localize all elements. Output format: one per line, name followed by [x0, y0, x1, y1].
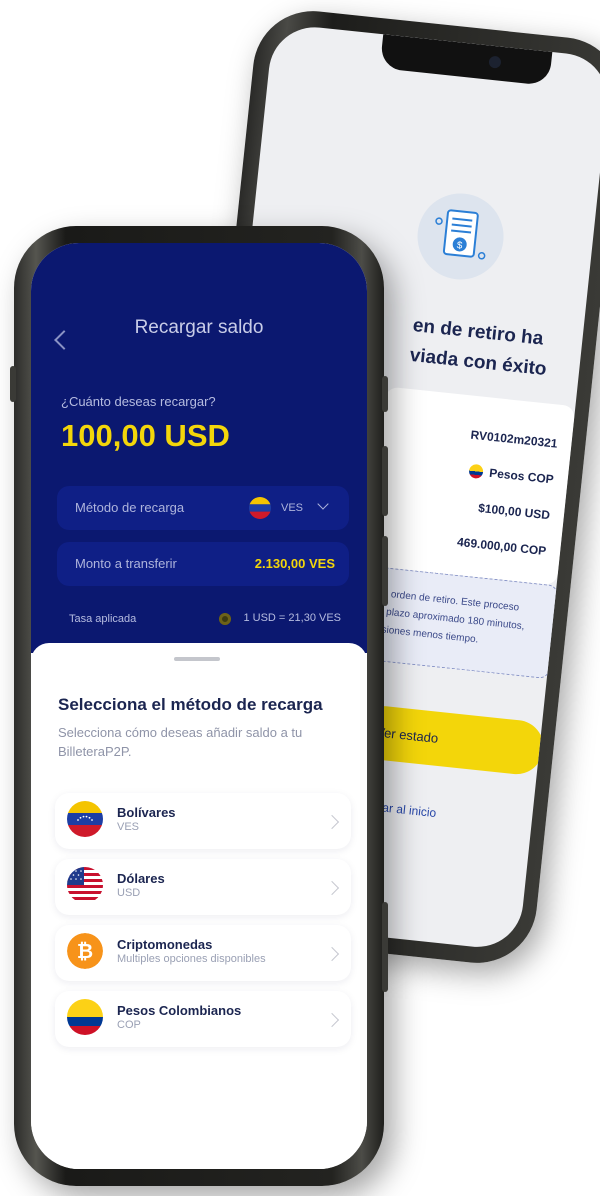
method-code: USD — [117, 887, 141, 899]
sheet-subtitle: Selecciona cómo deseas añadir saldo a tu… — [58, 725, 303, 759]
withdrawal-summary-card: RV0102m20321 Pesos COP $100,00 USD 469.0… — [367, 386, 576, 586]
venezuela-flag-icon — [249, 497, 271, 519]
currency-label: Pesos COP — [488, 465, 555, 487]
transfer-amount-label: Monto a transferir — [75, 556, 177, 571]
venezuela-flag-icon — [67, 801, 103, 837]
recharge-header: Recargar saldo ¿Cuánto deseas recargar? … — [31, 243, 367, 653]
recharge-currency-code: VES — [281, 502, 304, 514]
recharge-amount[interactable]: 100,00 USD — [61, 418, 230, 454]
method-code: Multiples opciones disponibles — [117, 953, 266, 965]
reference-number: RV0102m20321 — [469, 427, 559, 451]
chevron-right-icon — [324, 814, 340, 830]
sheet-grabber[interactable] — [174, 657, 220, 661]
bitcoin-icon: ₿ — [67, 933, 103, 969]
power-button — [382, 902, 388, 992]
method-name: Dólares — [117, 871, 165, 886]
volume-down-button — [382, 536, 388, 606]
success-title: en de retiro ha viada con éxito — [408, 311, 573, 387]
page-title: Recargar saldo — [134, 317, 264, 338]
processing-notice: tu orden de retiro. Este proceso n plazo… — [365, 566, 559, 680]
phone-notch — [379, 34, 553, 86]
method-code: VES — [117, 821, 140, 833]
chevron-right-icon — [324, 946, 340, 962]
volume-up-button — [382, 446, 388, 516]
method-option-criptomonedas[interactable]: ₿ Criptomonedas Multiples opciones dispo… — [55, 925, 351, 981]
colombia-flag-icon — [67, 999, 103, 1035]
exchange-rate-label: Tasa aplicada — [69, 613, 137, 625]
method-name: Criptomonedas — [117, 937, 213, 952]
method-name: Pesos Colombianos — [117, 1003, 242, 1018]
transfer-amount-value: 2.130,00 VES — [254, 556, 335, 571]
method-option-pesos-colombianos[interactable]: Pesos Colombianos COP — [55, 991, 351, 1047]
svg-text:₿: ₿ — [77, 941, 93, 963]
notice-line: asiones menos tiempo. — [375, 623, 479, 646]
chevron-right-icon — [324, 1012, 340, 1028]
side-button — [382, 376, 388, 412]
colombia-flag-icon — [468, 463, 485, 480]
exchange-rate-value: 1 USD = 21,30 VES — [243, 612, 341, 624]
amount-question: ¿Cuánto deseas recargar? — [61, 394, 216, 409]
mute-switch — [10, 366, 16, 402]
method-option-dolares[interactable]: Dólares USD — [55, 859, 351, 915]
amount-usd: $100,00 USD — [477, 500, 551, 523]
sheet-title: Selecciona el método de recarga — [58, 695, 323, 714]
method-name: Bolívares — [117, 805, 176, 820]
currency-row: Pesos COP — [468, 463, 555, 487]
method-bottom-sheet: Selecciona el método de recarga Seleccio… — [31, 643, 367, 1169]
method-code: COP — [117, 1019, 141, 1031]
transfer-amount-row: Monto a transferir 2.130,00 VES — [57, 542, 349, 586]
front-phone: Recargar saldo ¿Cuánto deseas recargar? … — [10, 226, 388, 1186]
recharge-method-label: Método de recarga — [75, 500, 185, 515]
rate-indicator-icon — [219, 613, 231, 625]
recharge-method-selector[interactable]: Método de recarga VES — [57, 486, 349, 530]
receipt-icon: $ — [413, 189, 508, 284]
chevron-right-icon — [324, 880, 340, 896]
method-option-bolivares[interactable]: Bolívares VES — [55, 793, 351, 849]
chevron-down-icon — [317, 498, 329, 510]
recharge-screen: Recargar saldo ¿Cuánto deseas recargar? … — [31, 243, 367, 1169]
view-status-label: Ver estado — [375, 724, 439, 746]
amount-cop: 469.000,00 COP — [456, 534, 547, 559]
usa-flag-icon — [67, 867, 103, 903]
